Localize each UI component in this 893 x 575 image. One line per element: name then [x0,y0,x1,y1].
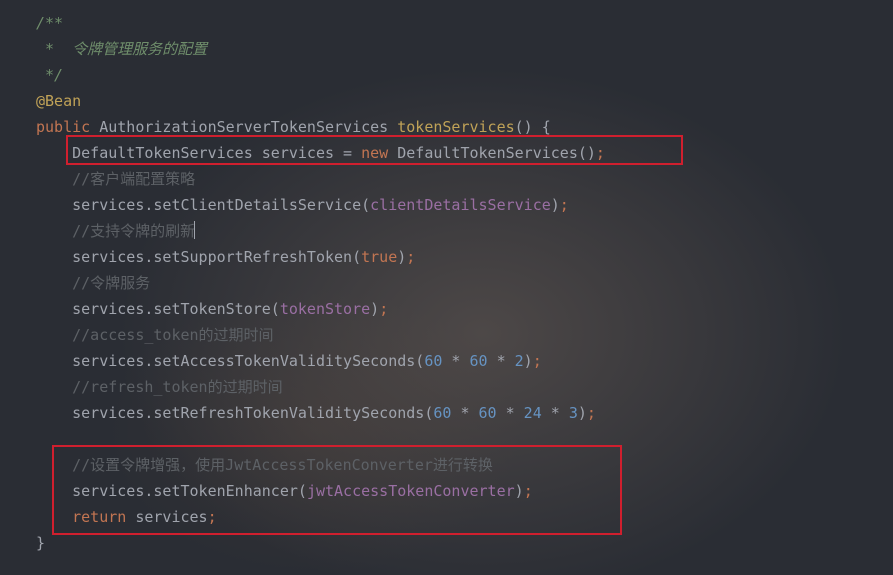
number: 2 [515,352,524,370]
comment: //令牌服务 [72,274,150,292]
semicolon: ; [587,404,596,422]
field-ref: tokenStore [280,300,370,318]
text-cursor [194,221,195,239]
operator: * [442,352,469,370]
comment: //支持令牌的刷新 [72,222,195,240]
sig-tail: () { [515,118,551,136]
code-text: ) [524,352,533,370]
operator: * [488,352,515,370]
comment: //设置令牌增强，使用JwtAccessTokenConverter进行转换 [72,456,493,474]
keyword-return: return [72,508,126,526]
comment: //refresh_token的过期时间 [72,378,282,396]
code-text: DefaultTokenServices() [388,144,596,162]
semicolon: ; [533,352,542,370]
semicolon: ; [208,508,217,526]
operator: * [542,404,569,422]
code-text: services.setClientDetailsService( [72,196,370,214]
semicolon: ; [379,300,388,318]
doc-line: */ [36,66,63,84]
semicolon: ; [560,196,569,214]
number: 60 [479,404,497,422]
code-text: ) [578,404,587,422]
code-text: services.setRefreshTokenValiditySeconds( [72,404,433,422]
code-text: services.setAccessTokenValiditySeconds( [72,352,424,370]
semicolon: ; [524,482,533,500]
brace-close: } [36,534,45,552]
field-ref: jwtAccessTokenConverter [307,482,515,500]
return-type: AuthorizationServerTokenServices [90,118,397,136]
code-text: services.setTokenEnhancer( [72,482,307,500]
operator: * [497,404,524,422]
semicolon: ; [406,248,415,266]
annotation: @Bean [36,92,81,110]
keyword-new: new [361,144,388,162]
operator: * [451,404,478,422]
code-text: ) [515,482,524,500]
doc-line: * 令牌管理服务的配置 [36,40,207,58]
number: 60 [469,352,487,370]
code-text: ) [370,300,379,318]
comment: //access_token的过期时间 [72,326,273,344]
field-ref: clientDetailsService [370,196,551,214]
number: 3 [569,404,578,422]
semicolon: ; [596,144,605,162]
code-text: ) [397,248,406,266]
code-text: services.setTokenStore( [72,300,280,318]
code-text: ) [551,196,560,214]
number: 60 [433,404,451,422]
method-name: tokenServices [397,118,514,136]
code-text: services.setSupportRefreshToken( [72,248,361,266]
code-block: /** * 令牌管理服务的配置 */ @Bean public Authoriz… [0,0,893,556]
code-text: DefaultTokenServices services = [72,144,361,162]
comment: //客户端配置策略 [72,170,195,188]
number: 24 [524,404,542,422]
number: 60 [424,352,442,370]
literal-true: true [361,248,397,266]
doc-line: /** [36,14,63,32]
code-text: services [126,508,207,526]
keyword-public: public [36,118,90,136]
